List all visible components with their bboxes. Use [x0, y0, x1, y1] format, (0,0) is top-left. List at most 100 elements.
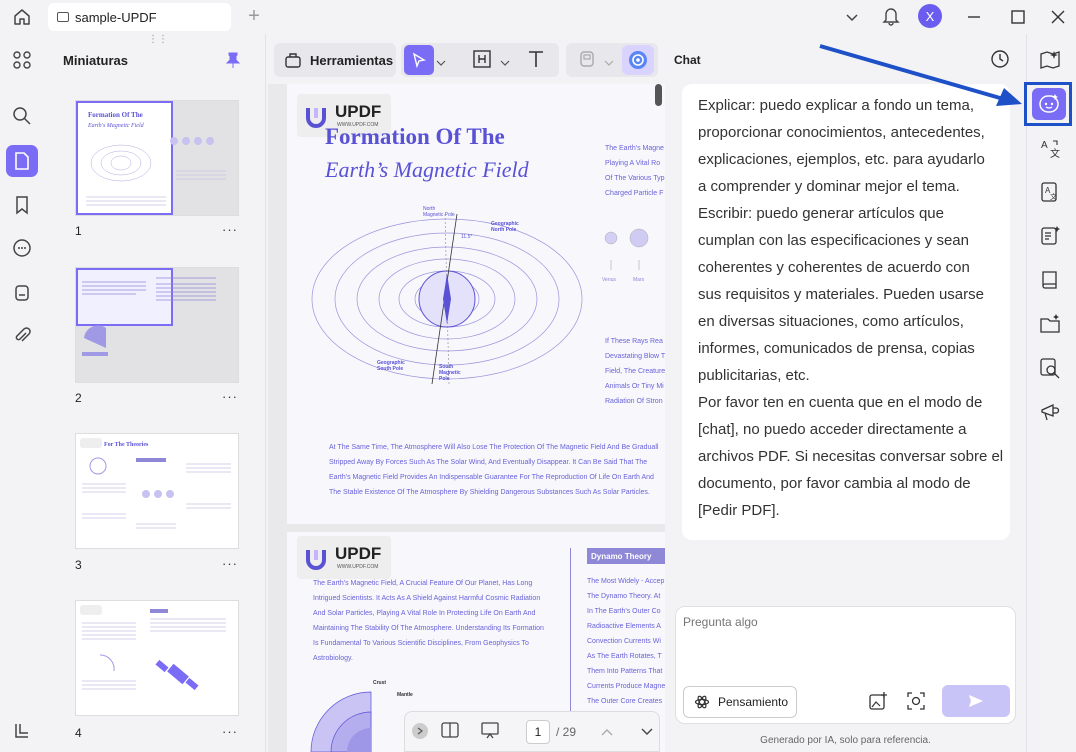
maximize-icon[interactable] [1008, 7, 1028, 27]
chevron-down-icon[interactable] [842, 8, 862, 26]
body-paragraph: At The Same Time, The Atmosphere Will Al… [329, 444, 659, 496]
thumbnail-page-4[interactable] [75, 600, 239, 716]
folder-ai-icon[interactable] [1036, 310, 1064, 338]
page-title-line-2: Earth’s Magnetic Field [325, 157, 529, 182]
collapse-navigator-icon[interactable] [412, 723, 428, 739]
heading-text-icon[interactable] [472, 49, 494, 71]
document-scrollbar[interactable] [655, 84, 662, 106]
updf-logo-text: UPDF [335, 102, 382, 121]
thinking-icon [694, 695, 710, 709]
bell-icon[interactable] [880, 5, 902, 27]
updf-logo-2-subtext: WWW.UPDF.COM [337, 564, 379, 570]
panel-drag-handle[interactable]: ⋮⋮ [148, 35, 168, 45]
south-magnetic-pole-label: South Magnetic Pole [439, 364, 461, 382]
search-icon[interactable] [6, 100, 38, 132]
send-button[interactable] [942, 685, 1010, 717]
magnetic-field-diagram [311, 213, 583, 384]
svg-text:A: A [1041, 140, 1048, 151]
thumbnail-number-2: 2 [75, 391, 82, 405]
page-total: / 29 [556, 725, 577, 739]
ai-search-icon[interactable] [1036, 354, 1064, 382]
stamp-icon[interactable] [6, 277, 38, 309]
previous-page-icon[interactable] [600, 724, 616, 738]
mars-label: Mars [633, 277, 645, 283]
map-icon[interactable] [1036, 46, 1064, 74]
tools-button[interactable]: Herramientas [274, 43, 396, 77]
thumbnail-page-2[interactable] [75, 267, 239, 383]
chat-message-bubble: Explicar: puedo explicar a fondo un tema… [682, 84, 1010, 540]
attachment-icon[interactable] [6, 320, 38, 352]
thumbnail-more-2[interactable]: ··· [222, 389, 238, 404]
tools-label: Herramientas [310, 52, 394, 68]
bookmark-icon[interactable] [6, 189, 38, 221]
thinking-toggle-button[interactable]: Pensamiento [683, 686, 797, 718]
annotation-arrow [819, 44, 1022, 106]
ai-summary-icon[interactable] [1036, 222, 1064, 250]
next-page-icon[interactable] [640, 724, 656, 738]
geographic-south-pole-label: Geographic South Pole [377, 360, 405, 372]
crust-label: Crust [373, 680, 387, 686]
planets-illustration [604, 228, 649, 270]
chat-input[interactable] [683, 615, 1003, 675]
translate-icon[interactable]: A文 [1036, 134, 1064, 162]
page-title-line-1: Formation Of The [325, 124, 505, 149]
svg-text:Formation Of The: Formation Of The [88, 111, 143, 119]
venus-label: Venus [602, 277, 616, 283]
reading-mode-icon[interactable] [440, 721, 462, 741]
svg-text:Earth's Magnetic Field: Earth's Magnetic Field [87, 123, 145, 129]
page-number-input[interactable]: 1 [526, 720, 550, 744]
ai-assistant-icon[interactable] [622, 45, 654, 75]
svg-text:文: 文 [1050, 192, 1057, 201]
close-icon[interactable] [1048, 7, 1068, 27]
megaphone-icon[interactable] [1036, 398, 1064, 426]
avatar[interactable]: X [918, 4, 942, 28]
thumbnail-more-4[interactable]: ··· [222, 724, 238, 739]
presentation-icon[interactable] [480, 721, 502, 741]
stamp-dropdown-chevron-icon[interactable] [604, 54, 616, 66]
thumbnail-more-1[interactable]: ··· [222, 222, 238, 237]
angle-label: 11.5° [461, 234, 473, 240]
thumbnails-title: Miniaturas [63, 53, 129, 68]
new-tab-icon[interactable]: + [244, 5, 264, 27]
home-icon[interactable] [10, 6, 34, 28]
ai-disclaimer: Generado por IA, solo para referencia. [760, 735, 931, 746]
dynamo-theory-heading: Dynamo Theory [587, 548, 665, 564]
apps-icon[interactable] [6, 44, 38, 76]
translate-document-icon[interactable]: A文 [1036, 178, 1064, 206]
add-image-icon[interactable] [868, 691, 890, 713]
toolbox-icon [285, 53, 301, 68]
minimize-icon[interactable] [964, 8, 984, 26]
updf-logo-2: UPDF WWW.UPDF.COM [297, 536, 391, 579]
thumbnails-icon[interactable] [6, 145, 38, 177]
chat-message-text: Explicar: puedo explicar a fondo un tema… [698, 97, 1004, 519]
chat-title: Chat [674, 53, 701, 67]
pdf-page-1: UPDF WWW.UPDF.COM Formation Of The Earth… [287, 84, 665, 524]
stamp-tool-icon[interactable] [578, 49, 600, 71]
side-text-1: The Earth's Magne Playing A Vital Ro Of … [605, 145, 665, 197]
updf-logo-2-icon [306, 550, 326, 570]
select-dropdown-chevron-icon[interactable] [436, 54, 448, 66]
text-tool-icon[interactable] [526, 49, 548, 71]
page-2-paragraph: The Earth's Magnetic Field, A Crucial Fe… [313, 580, 544, 662]
ai-chat-icon[interactable] [1032, 88, 1066, 120]
heading-dropdown-chevron-icon[interactable] [500, 54, 512, 66]
thumbnail-more-3[interactable]: ··· [222, 556, 238, 571]
side-text-2: If These Rays Rea Devastating Blow T Fie… [605, 338, 665, 405]
book-icon[interactable] [1036, 266, 1064, 294]
thumbnail-page-3[interactable]: For The Theories [75, 433, 239, 549]
svg-text:文: 文 [1050, 147, 1060, 159]
comments-icon[interactable] [6, 232, 38, 264]
screenshot-icon[interactable] [906, 691, 928, 713]
pin-icon[interactable] [225, 52, 242, 68]
select-cursor-icon[interactable] [404, 45, 434, 75]
document-tab-icon [57, 12, 69, 22]
thumbnail-page-1[interactable]: Formation Of The Earth's Magnetic Field [75, 100, 239, 216]
thumbnail-number-1: 1 [75, 224, 82, 238]
svg-text:For The Theories: For The Theories [104, 442, 149, 448]
send-icon [969, 695, 983, 707]
layers-icon[interactable] [6, 714, 38, 746]
document-tab[interactable]: sample-UPDF [48, 3, 231, 31]
updf-logo-2-text: UPDF [335, 544, 382, 563]
geographic-north-pole-label: Geographic North Pole [491, 221, 519, 233]
left-rail [0, 34, 44, 752]
